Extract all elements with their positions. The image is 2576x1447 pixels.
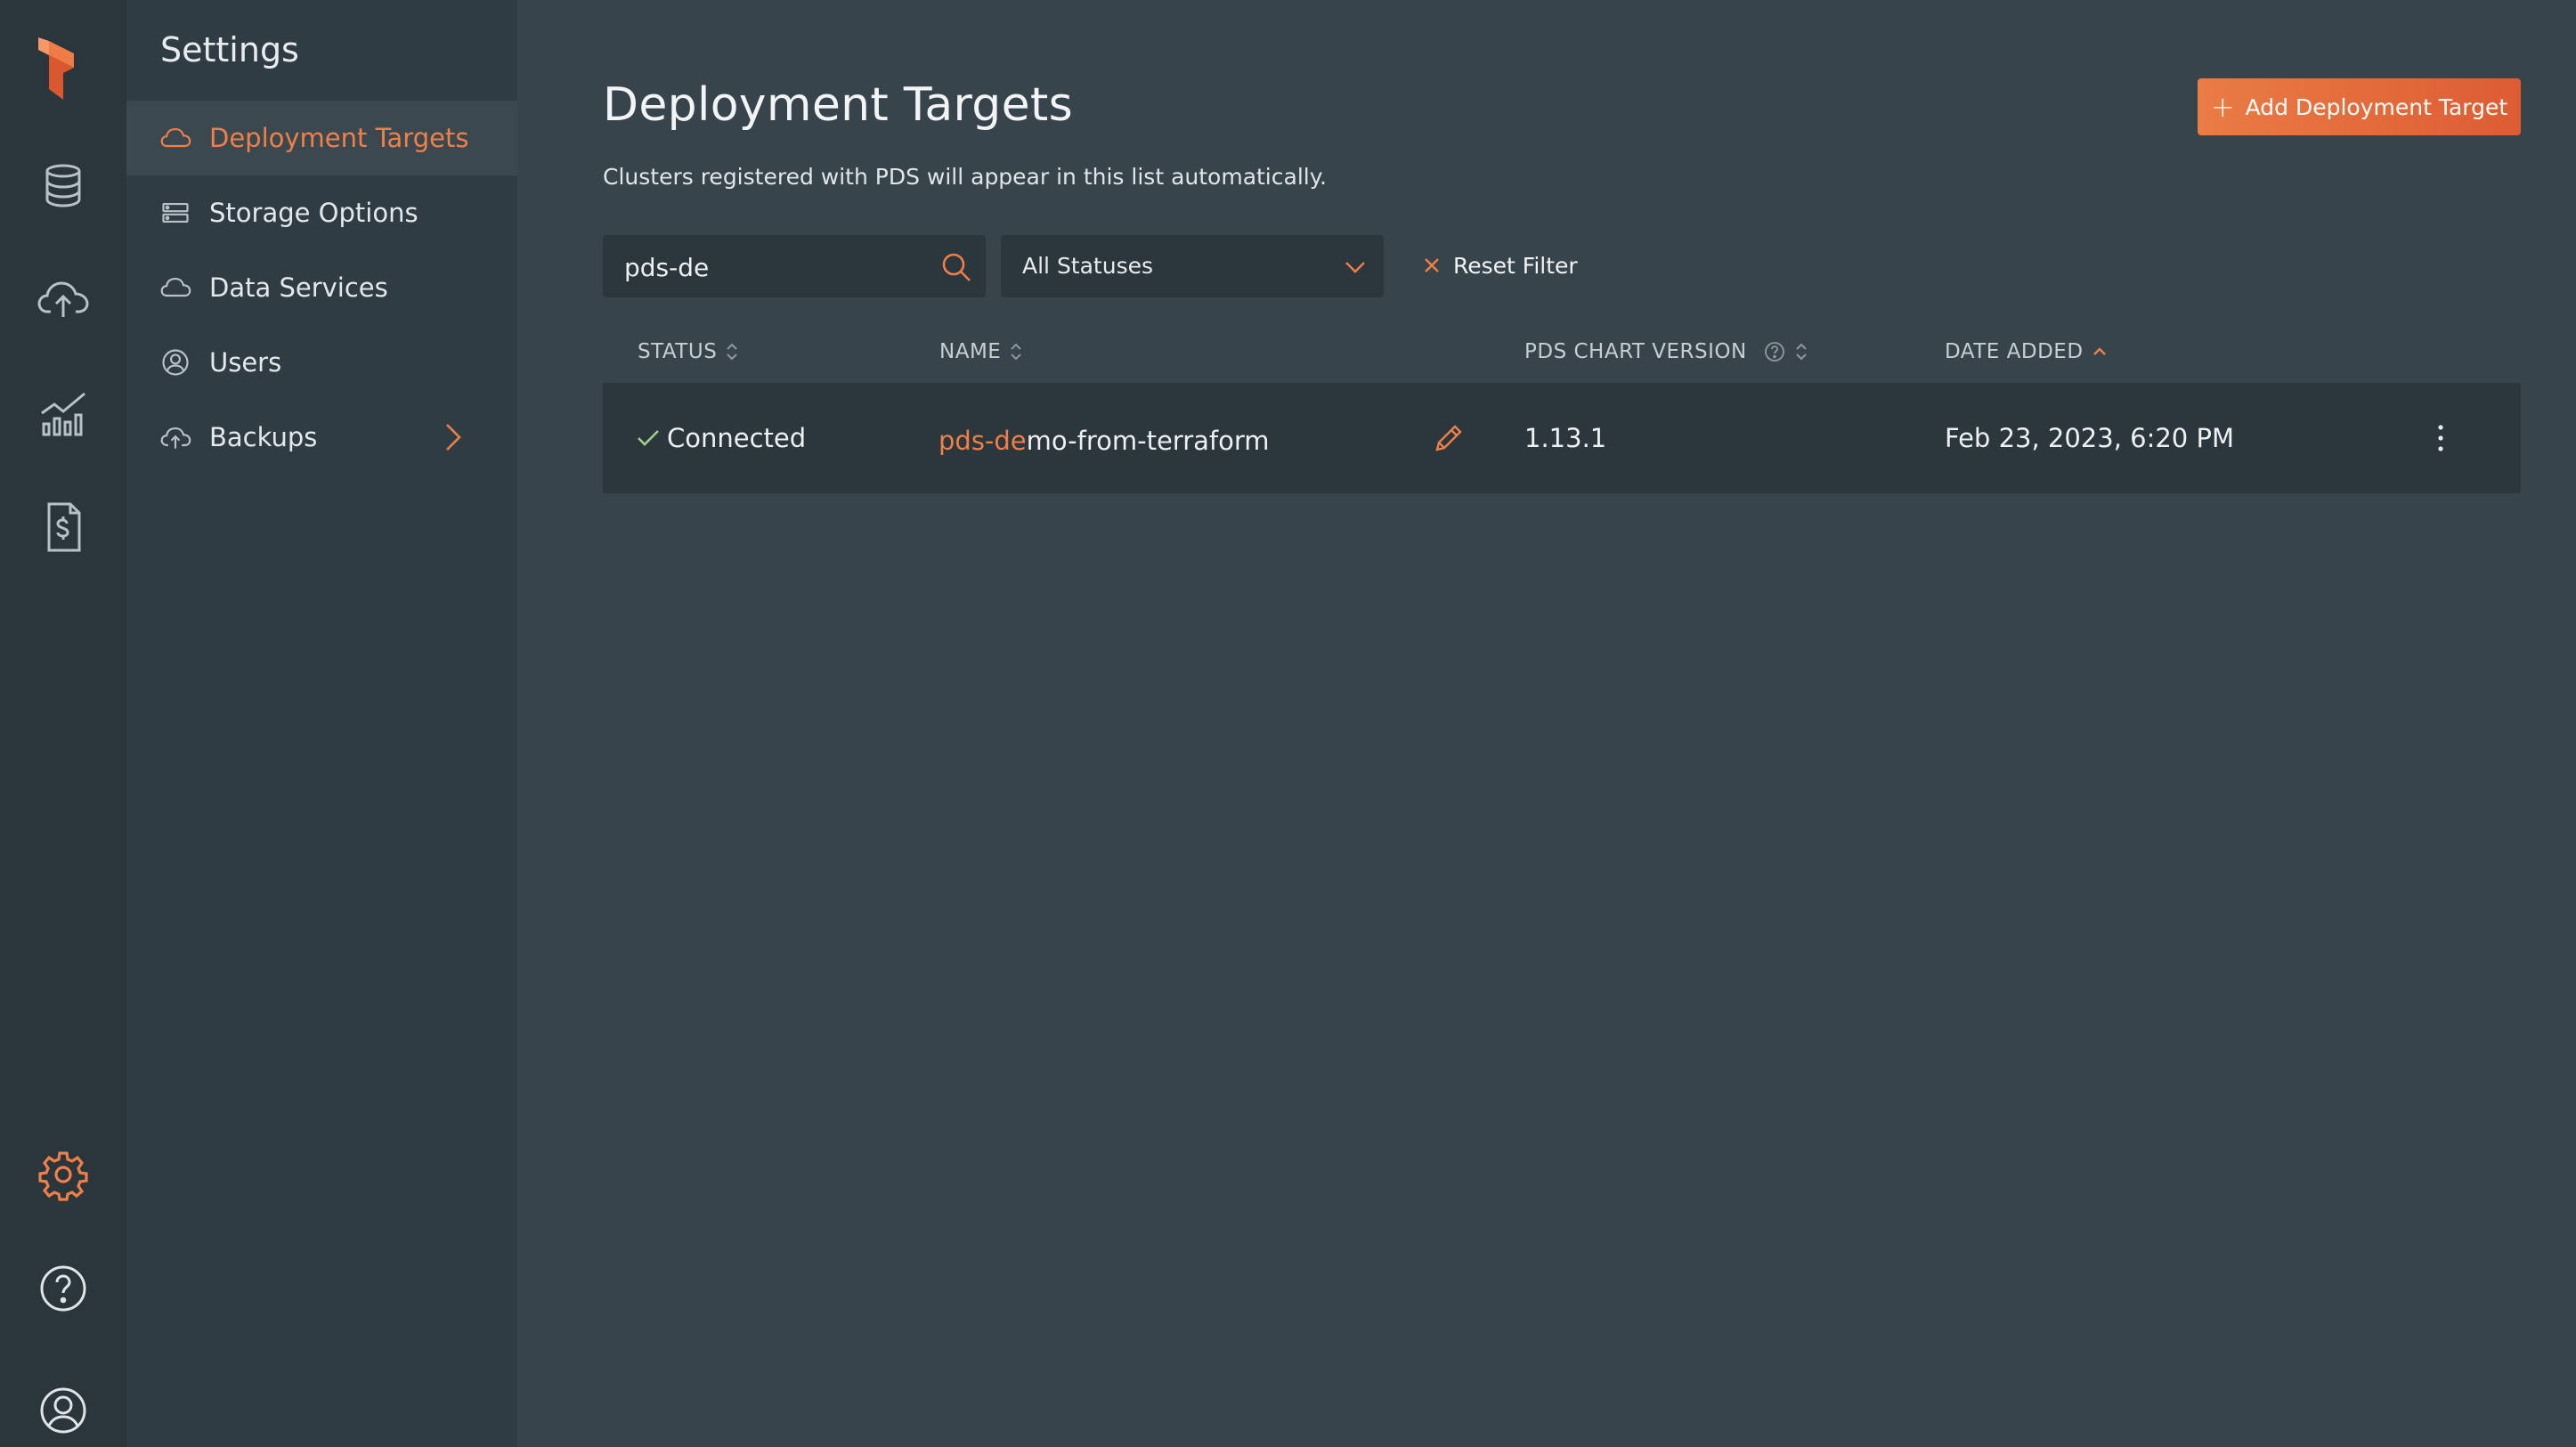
status-filter-select[interactable]: All Statuses (1001, 235, 1384, 297)
status-filter-value: All Statuses (1022, 253, 1154, 279)
table-row[interactable]: Connected pds-demo-from-terraform 1.13.1… (603, 383, 2521, 493)
cloud-icon (158, 121, 192, 155)
help-icon[interactable] (1763, 340, 1786, 363)
page-subtitle: Clusters registered with PDS will appear… (603, 164, 1327, 190)
sidebar-item-label: Storage Options (209, 198, 418, 228)
name-rest: mo-from-terraform (1026, 426, 1270, 456)
name-link[interactable]: pds-demo-from-terraform (939, 426, 1270, 456)
sidebar-item-label: Deployment Targets (209, 123, 469, 153)
account-icon[interactable] (33, 1380, 93, 1441)
date-added-cell: Feb 23, 2023, 6:20 PM (1945, 423, 2234, 453)
sidebar-item-label: Backups (209, 422, 318, 452)
sidebar-item-deployment-targets[interactable]: Deployment Targets (126, 101, 517, 175)
reset-filter-label: Reset Filter (1453, 252, 1578, 279)
column-header-date-added[interactable]: DATE ADDED (1945, 340, 2107, 363)
sort-ascending-icon (2092, 347, 2106, 355)
sidebar-item-label: Users (209, 347, 282, 378)
page-title: Deployment Targets (603, 78, 1073, 132)
check-icon (638, 430, 659, 446)
more-options-icon[interactable] (2434, 422, 2448, 454)
cloud-upload-icon[interactable] (33, 269, 93, 329)
sidebar-item-users[interactable]: Users (126, 325, 517, 400)
cloud-upload-icon (158, 420, 192, 454)
column-header-label: NAME (939, 340, 1002, 363)
chevron-down-icon (1345, 262, 1365, 273)
cloud-icon (158, 271, 192, 305)
help-icon[interactable] (33, 1258, 93, 1319)
settings-icon[interactable] (33, 1144, 93, 1205)
billing-icon[interactable] (33, 497, 93, 557)
search-input[interactable] (622, 235, 938, 299)
column-header-status[interactable]: STATUS (638, 340, 738, 363)
column-header-label: DATE ADDED (1945, 340, 2084, 363)
sidebar-item-storage-options[interactable]: Storage Options (126, 175, 517, 250)
name-match-highlight: pds-de (939, 426, 1027, 456)
edit-icon[interactable] (1434, 423, 1464, 453)
sort-icon (1795, 343, 1807, 361)
column-header-label: PDS CHART VERSION (1524, 340, 1747, 363)
status-cell: Connected (637, 423, 806, 453)
sort-icon (727, 343, 738, 361)
settings-sidebar: Settings Deployment Targets Storage Opti… (126, 0, 517, 1447)
sidebar-item-backups[interactable]: Backups (126, 400, 517, 475)
user-icon (158, 345, 192, 379)
storage-icon (158, 196, 192, 230)
chart-version-cell: 1.13.1 (1524, 423, 1607, 453)
logo-icon[interactable] (33, 34, 93, 100)
status-text: Connected (667, 423, 807, 453)
add-button-label: Add Deployment Target (2245, 93, 2508, 120)
add-deployment-target-button[interactable]: + Add Deployment Target (2198, 78, 2521, 135)
reset-filter-button[interactable]: Reset Filter (1423, 249, 1578, 281)
sidebar-title: Settings (160, 30, 299, 69)
chevron-right-icon (446, 424, 461, 451)
plus-icon: + (2210, 90, 2235, 124)
close-icon (1425, 258, 1439, 272)
analytics-icon[interactable] (33, 383, 93, 443)
sidebar-item-label: Data Services (209, 272, 388, 303)
column-header-label: STATUS (638, 340, 718, 363)
database-icon[interactable] (33, 155, 93, 215)
search-box (603, 235, 986, 299)
column-header-name[interactable]: NAME (939, 340, 1022, 363)
search-icon[interactable] (939, 250, 973, 284)
column-header-pds-chart-version[interactable]: PDS CHART VERSION (1524, 340, 1808, 363)
sidebar-item-data-services[interactable]: Data Services (126, 250, 517, 325)
sort-icon (1011, 343, 1022, 361)
icon-rail (0, 0, 126, 1447)
